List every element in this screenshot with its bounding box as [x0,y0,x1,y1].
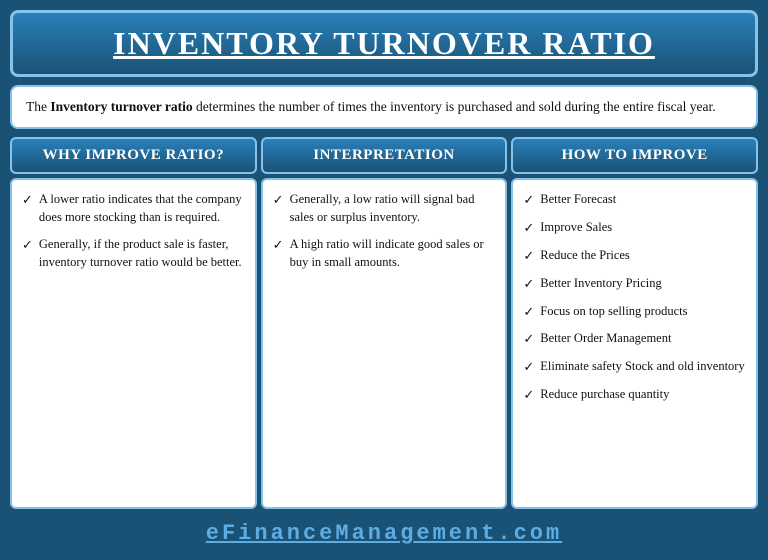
list-item: ✓ Generally, if the product sale is fast… [22,235,245,271]
item-text: Reduce the Prices [540,246,746,264]
item-text: Eliminate safety Stock and old inventory [540,357,746,375]
column-bodies: ✓ A lower ratio indicates that the compa… [10,178,758,509]
item-text: Generally, if the product sale is faster… [39,235,245,271]
definition-text: The Inventory turnover ratio determines … [26,99,716,114]
checkmark-icon: ✓ [523,386,534,405]
title-box: INVENTORY TURNOVER RATIO [10,10,758,77]
list-item: ✓ Generally, a low ratio will signal bad… [273,190,496,226]
list-item: ✓ Better Inventory Pricing [523,274,746,294]
col-body-interpretation: ✓ Generally, a low ratio will signal bad… [261,178,508,509]
column-headers: WHY IMPROVE RATIO? INTERPRETATION HOW TO… [10,137,758,174]
checkmark-icon: ✓ [523,219,534,238]
item-text: Generally, a low ratio will signal bad s… [290,190,496,226]
col-header-why: WHY IMPROVE RATIO? [10,137,257,174]
checkmark-icon: ✓ [523,275,534,294]
col-body-howto: ✓ Better Forecast ✓ Improve Sales ✓ Reduce th… [511,178,758,509]
checkmark-icon: ✓ [273,191,284,210]
checkmark-icon: ✓ [523,247,534,266]
list-item: ✓ Reduce purchase quantity [523,385,746,405]
checkmark-icon: ✓ [22,191,33,210]
checkmark-icon: ✓ [523,358,534,377]
col-body-why: ✓ A lower ratio indicates that the compa… [10,178,257,509]
item-text: A lower ratio indicates that the company… [39,190,245,226]
columns-wrapper: WHY IMPROVE RATIO? INTERPRETATION HOW TO… [10,137,758,509]
checkmark-icon: ✓ [523,191,534,210]
footer-text: eFinanceManagement.com [206,521,562,546]
item-text: Reduce purchase quantity [540,385,746,403]
list-item: ✓ Reduce the Prices [523,246,746,266]
list-item: ✓ Eliminate safety Stock and old inventor… [523,357,746,377]
checkmark-icon: ✓ [22,236,33,255]
item-text: Better Order Management [540,329,746,347]
list-item: ✓ Focus on top selling products [523,302,746,322]
list-item: ✓ Improve Sales [523,218,746,238]
page-title: INVENTORY TURNOVER RATIO [23,25,745,62]
checkmark-icon: ✓ [523,330,534,349]
col-header-howto: HOW TO IMPROVE [511,137,758,174]
checkmark-icon: ✓ [273,236,284,255]
definition-box: The Inventory turnover ratio determines … [10,85,758,129]
list-item: ✓ Better Forecast [523,190,746,210]
checkmark-icon: ✓ [523,303,534,322]
col-header-interpretation: INTERPRETATION [261,137,508,174]
item-text: Better Inventory Pricing [540,274,746,292]
item-text: Improve Sales [540,218,746,236]
list-item: ✓ A lower ratio indicates that the compa… [22,190,245,226]
item-text: Focus on top selling products [540,302,746,320]
item-text: Better Forecast [540,190,746,208]
item-text: A high ratio will indicate good sales or… [290,235,496,271]
list-item: ✓ Better Order Management [523,329,746,349]
footer: eFinanceManagement.com [10,515,758,550]
list-item: ✓ A high ratio will indicate good sales … [273,235,496,271]
